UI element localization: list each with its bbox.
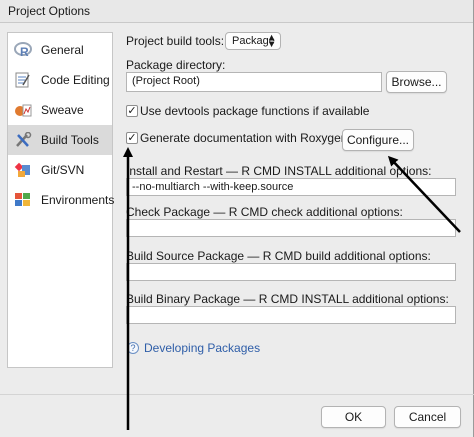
sidebar-item-general[interactable]: R General: [8, 35, 112, 65]
sidebar-item-sweave[interactable]: Sweave: [8, 95, 112, 125]
sidebar-item-git-svn[interactable]: Git/SVN: [8, 155, 112, 185]
build-source-options-label: Build Source Package — R CMD build addit…: [126, 249, 431, 263]
help-question-icon: ?: [127, 342, 139, 354]
check-options-field[interactable]: [126, 219, 456, 237]
devtools-checkbox[interactable]: ✓: [126, 105, 138, 117]
configure-button[interactable]: Configure...: [342, 129, 414, 151]
sidebar-item-code-editing[interactable]: Code Editing: [8, 65, 112, 95]
sidebar-item-label: Build Tools: [41, 133, 99, 147]
window-title: Project Options: [8, 4, 91, 18]
build-binary-options-label: Build Binary Package — R CMD INSTALL add…: [126, 292, 449, 306]
sidebar-item-label: Code Editing: [41, 73, 110, 87]
sidebar-item-label: General: [41, 43, 84, 57]
build-tools-icon: [16, 132, 32, 147]
devtools-label: Use devtools package functions if availa…: [140, 104, 370, 118]
roxygen-label: Generate documentation with Roxygen: [140, 131, 348, 145]
select-arrows-icon: ▲ ▼: [267, 32, 276, 49]
ok-button[interactable]: OK: [321, 406, 386, 428]
svg-text:R: R: [20, 45, 29, 58]
developing-packages-link[interactable]: Developing Packages: [144, 341, 260, 355]
sidebar-item-label: Git/SVN: [41, 163, 85, 177]
check-options-label: Check Package — R CMD check additional o…: [126, 205, 403, 219]
code-editing-icon: [15, 72, 30, 88]
r-logo-icon: R: [14, 42, 32, 58]
roxygen-checkbox[interactable]: ✓: [126, 132, 138, 144]
sweave-icon: [15, 104, 32, 117]
title-bar: Project Options: [0, 0, 474, 23]
package-directory-label: Package directory:: [126, 58, 226, 72]
sidebar-item-environments[interactable]: Environments: [8, 185, 115, 215]
sidebar-item-label: Environments: [41, 193, 115, 207]
browse-button[interactable]: Browse...: [386, 71, 447, 93]
environments-icon: [15, 193, 30, 206]
build-binary-options-field[interactable]: [126, 306, 456, 324]
package-directory-field[interactable]: (Project Root): [126, 72, 382, 92]
build-tools-label: Project build tools:: [126, 34, 225, 48]
git-svn-icon: [14, 162, 30, 177]
sidebar-item-build-tools[interactable]: Build Tools: [8, 125, 112, 155]
build-source-options-field[interactable]: [126, 263, 456, 281]
sidebar-item-label: Sweave: [41, 103, 84, 117]
sidebar: R General Code Editing Sweave Build Tool…: [7, 32, 115, 368]
build-tools-select[interactable]: Package ▲ ▼: [225, 32, 281, 50]
install-options-field[interactable]: --no-multiarch --with-keep.source: [126, 178, 456, 196]
install-options-label: Install and Restart — R CMD INSTALL addi…: [126, 164, 432, 178]
footer-divider: [0, 394, 474, 395]
cancel-button[interactable]: Cancel: [394, 406, 461, 428]
